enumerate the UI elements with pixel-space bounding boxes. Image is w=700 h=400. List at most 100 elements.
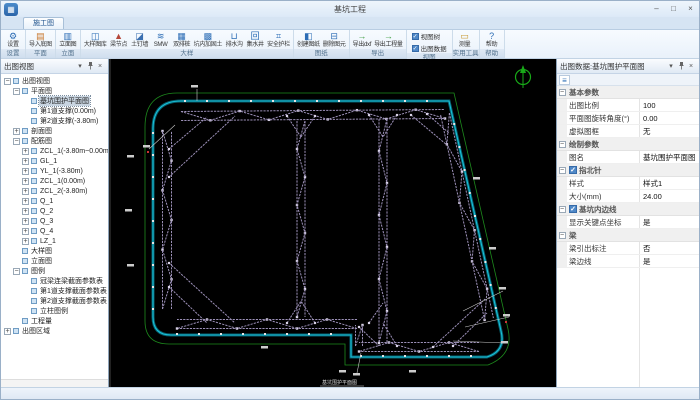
tree-item-ZCL_1(0.00m)[interactable]: +ZCL_1(0.00m) (1, 176, 108, 186)
property-category-基坑内边线[interactable]: −✓基坑内边线 (557, 203, 699, 216)
property-category-绘制参数[interactable]: −绘制参数 (557, 138, 699, 151)
tree-item-第2道支撑截面参数表[interactable]: 第2道支撑截面参数表 (1, 296, 108, 306)
property-value[interactable]: 是 (639, 217, 699, 228)
property-value[interactable]: 否 (639, 243, 699, 254)
expand-plus-icon[interactable]: + (22, 198, 29, 205)
ribbon-button-双排桩[interactable]: ▦双排桩 (172, 31, 192, 49)
ribbon-button-帮助[interactable]: ?帮助 (482, 31, 502, 49)
expand-plus-icon[interactable]: + (4, 328, 11, 335)
ribbon-button-土钉墙[interactable]: ◪土钉墙 (130, 31, 150, 49)
tree-item-剖面图[interactable]: +剖面图 (1, 126, 108, 136)
property-row-图名[interactable]: 图名基坑围护平面图 (557, 151, 699, 164)
property-value[interactable]: 是 (639, 256, 699, 267)
cad-canvas[interactable]: 基坑围护平面图 (109, 59, 556, 387)
property-value[interactable]: 样式1 (639, 178, 699, 189)
minimize-button[interactable]: – (648, 2, 665, 16)
property-row-梁引出标注[interactable]: 梁引出标注否 (557, 242, 699, 255)
tree-item-第1道支撑截面参数表[interactable]: 第1道支撑截面参数表 (1, 286, 108, 296)
property-value[interactable]: 无 (639, 126, 699, 137)
ribbon-checkbox-视图树[interactable]: ✓视图树 (412, 31, 447, 41)
maximize-button[interactable]: □ (665, 2, 682, 16)
tree-item-LZ_1[interactable]: +LZ_1 (1, 236, 108, 246)
close-button[interactable]: × (682, 2, 699, 16)
property-value[interactable]: 基坑围护平面图 (639, 152, 699, 163)
property-row-虚拟图框[interactable]: 虚拟图框无 (557, 125, 699, 138)
tree-item-图例[interactable]: −图例 (1, 266, 108, 276)
tree-item-Q_3[interactable]: +Q_3 (1, 216, 108, 226)
collapse-minus-icon[interactable]: − (13, 138, 20, 145)
panel-pin-icon[interactable] (676, 61, 686, 72)
tree-item-出图区域[interactable]: +出图区域 (1, 326, 108, 336)
ribbon-checkbox-出图数据[interactable]: ✓出图数据 (412, 43, 447, 53)
property-value[interactable]: 24.00 (639, 192, 699, 201)
panel-pin-icon[interactable] (85, 61, 95, 72)
property-row-平面图旋转角度(°)[interactable]: 平面图旋转角度(°)0.00 (557, 112, 699, 125)
property-row-出图比例[interactable]: 出图比例100 (557, 99, 699, 112)
collapse-minus-icon[interactable]: − (13, 268, 20, 275)
collapse-minus-icon[interactable]: − (559, 89, 566, 96)
expand-plus-icon[interactable]: + (13, 128, 20, 135)
panel-close-icon[interactable]: × (95, 61, 105, 72)
collapse-minus-icon[interactable]: − (4, 78, 11, 85)
property-value[interactable]: 100 (639, 101, 699, 110)
tree-item-大样图[interactable]: 大样图 (1, 246, 108, 256)
tree-item-Q_2[interactable]: +Q_2 (1, 206, 108, 216)
tree-item-YL_1(-3.80m)[interactable]: +YL_1(-3.80m) (1, 166, 108, 176)
ribbon-button-导入底图[interactable]: ▤导入底图 (28, 31, 53, 49)
tab-construction-drawing[interactable]: 施工图 (23, 17, 64, 29)
property-category-梁[interactable]: −梁 (557, 229, 699, 242)
tree-item-冠梁连梁截面参数表[interactable]: 冠梁连梁截面参数表 (1, 276, 108, 286)
ribbon-button-大样图库[interactable]: ◫大样图库 (83, 31, 108, 49)
collapse-minus-icon[interactable]: − (559, 141, 566, 148)
panel-dropdown-icon[interactable]: ▾ (666, 61, 676, 72)
expand-plus-icon[interactable]: + (22, 238, 29, 245)
collapse-minus-icon[interactable]: − (559, 232, 566, 239)
collapse-minus-icon[interactable]: − (559, 167, 566, 174)
property-category-指北针[interactable]: −✓指北针 (557, 164, 699, 177)
tree-item-第1道支撑(0.00m)[interactable]: 第1道支撑(0.00m) (1, 106, 108, 116)
tree-item-出图视图[interactable]: −出图视图 (1, 76, 108, 86)
expand-plus-icon[interactable]: + (22, 148, 29, 155)
expand-plus-icon[interactable]: + (22, 228, 29, 235)
tree-item-Q_1[interactable]: +Q_1 (1, 196, 108, 206)
tree-item-立柱图例[interactable]: 立柱图例 (1, 306, 108, 316)
tree-item-平面图[interactable]: −平面图 (1, 86, 108, 96)
tree-item-工程量[interactable]: 工程量 (1, 316, 108, 326)
expand-plus-icon[interactable]: + (22, 168, 29, 175)
panel-close-icon[interactable]: × (686, 61, 696, 72)
collapse-minus-icon[interactable]: − (559, 206, 566, 213)
tree-item-Q_4[interactable]: +Q_4 (1, 226, 108, 236)
ribbon-button-测量[interactable]: ▭测量 (455, 31, 475, 49)
property-row-显示关键点坐标[interactable]: 显示关键点坐标是 (557, 216, 699, 229)
checkbox-icon[interactable]: ✓ (569, 166, 577, 174)
tree-item-第2道支撑(-3.80m)[interactable]: 第2道支撑(-3.80m) (1, 116, 108, 126)
property-value[interactable]: 0.00 (639, 114, 699, 123)
tree-item-基坑围护平面图[interactable]: 基坑围护平面图 (1, 96, 108, 106)
ribbon-button-安全护栏[interactable]: ⌗安全护栏 (266, 31, 291, 49)
expand-plus-icon[interactable]: + (22, 178, 29, 185)
ribbon-button-创建图纸[interactable]: ◧创建图纸 (296, 31, 321, 49)
ribbon-button-集水井[interactable]: 回集水井 (245, 31, 265, 49)
ribbon-button-排水沟[interactable]: ⊔排水沟 (224, 31, 244, 49)
tree-item-配筋图[interactable]: −配筋图 (1, 136, 108, 146)
expand-plus-icon[interactable]: + (22, 218, 29, 225)
tree-item-GL_1[interactable]: +GL_1 (1, 156, 108, 166)
expand-plus-icon[interactable]: + (22, 188, 29, 195)
property-row-样式[interactable]: 样式样式1 (557, 177, 699, 190)
tree-horizontal-scrollbar[interactable] (1, 379, 108, 387)
panel-dropdown-icon[interactable]: ▾ (75, 61, 85, 72)
expand-plus-icon[interactable]: + (22, 208, 29, 215)
ribbon-button-梁节点[interactable]: ▲梁节点 (109, 31, 129, 49)
tree-item-立面图[interactable]: 立面图 (1, 256, 108, 266)
ribbon-button-导出dxf[interactable]: →导出dxf (352, 31, 373, 49)
property-row-大小(mm)[interactable]: 大小(mm)24.00 (557, 190, 699, 203)
checkbox-icon[interactable]: ✓ (569, 205, 577, 213)
ribbon-button-删除图元[interactable]: ⊟删除图元 (322, 31, 347, 49)
ribbon-button-坑内加固土[interactable]: ▩坑内加固土 (193, 31, 224, 49)
categorize-icon[interactable]: ≡ (559, 75, 570, 85)
property-row-梁边线[interactable]: 梁边线是 (557, 255, 699, 268)
ribbon-button-设置[interactable]: ⚙设置 (3, 31, 23, 49)
tree-item-ZCL_1(-3.80m~0.00m)[interactable]: +ZCL_1(-3.80m~0.00m) (1, 146, 108, 156)
property-category-基本参数[interactable]: −基本参数 (557, 86, 699, 99)
ribbon-button-导出工程量[interactable]: →导出工程量 (373, 31, 404, 49)
